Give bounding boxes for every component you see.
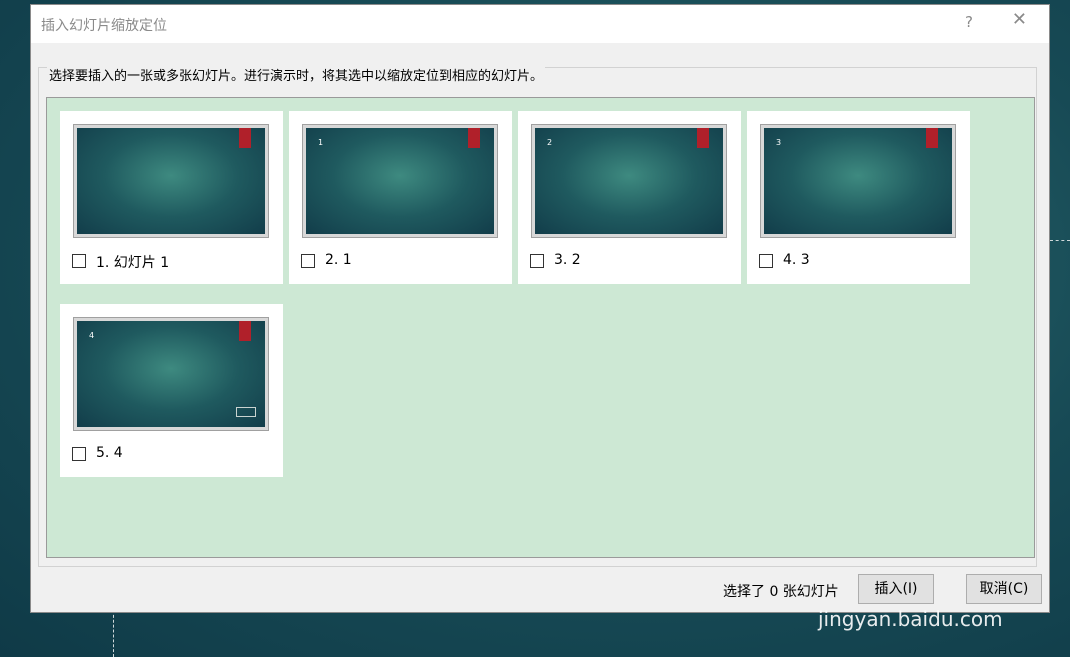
thumbnail-number: 1 xyxy=(318,138,324,147)
slide-guide-vertical xyxy=(113,610,114,657)
help-button[interactable]: ? xyxy=(965,13,973,31)
close-button[interactable]: ✕ xyxy=(1012,11,1027,29)
dialog-titlebar: 插入幻灯片缩放定位 ? ✕ xyxy=(31,5,1049,43)
slide-label: 2. 1 xyxy=(325,252,352,268)
slide-checkbox[interactable] xyxy=(530,254,544,268)
slide-checkbox[interactable] xyxy=(72,254,86,268)
cancel-button[interactable]: 取消(C) xyxy=(966,574,1042,604)
bookmark-icon xyxy=(239,128,251,148)
insert-button[interactable]: 插入(I) xyxy=(858,574,934,604)
slide-card-1[interactable]: 1. 幻灯片 1 xyxy=(60,111,283,284)
insert-slide-zoom-dialog: 插入幻灯片缩放定位 ? ✕ 选择要插入的一张或多张幻灯片。进行演示时，将其选中以… xyxy=(30,4,1050,613)
bookmark-icon xyxy=(468,128,480,148)
slide-thumbnail-frame xyxy=(73,124,269,238)
slide-thumbnail-frame: 1 xyxy=(302,124,498,238)
slide-label: 5. 4 xyxy=(96,445,123,461)
slide-card-3[interactable]: 2 3. 2 xyxy=(518,111,741,284)
slide-checkbox[interactable] xyxy=(72,447,86,461)
slide-checkbox[interactable] xyxy=(301,254,315,268)
slide-checkbox[interactable] xyxy=(759,254,773,268)
slide-thumbnail: 1 xyxy=(306,128,494,234)
bookmark-icon xyxy=(926,128,938,148)
selection-status: 选择了 0 张幻灯片 xyxy=(723,584,839,600)
slide-thumbnail: 2 xyxy=(535,128,723,234)
slide-list: 1. 幻灯片 1 1 2. 1 2 3. 2 3 4. 3 4 5. 4 xyxy=(46,97,1035,558)
slide-card-5[interactable]: 4 5. 4 xyxy=(60,304,283,477)
watermark-text: jingyan.baidu.com xyxy=(818,607,1003,631)
slide-label: 4. 3 xyxy=(783,252,810,268)
slide-card-4[interactable]: 3 4. 3 xyxy=(747,111,970,284)
slide-thumbnail-frame: 2 xyxy=(531,124,727,238)
navigation-box-icon xyxy=(236,407,256,417)
thumbnail-number: 2 xyxy=(547,138,553,147)
bookmark-icon xyxy=(239,321,251,341)
slide-label: 1. 幻灯片 1 xyxy=(96,255,170,271)
slide-card-2[interactable]: 1 2. 1 xyxy=(289,111,512,284)
instruction-text: 选择要插入的一张或多张幻灯片。进行演示时，将其选中以缩放定位到相应的幻灯片。 xyxy=(47,65,546,84)
slide-thumbnail: 3 xyxy=(764,128,952,234)
slide-thumbnail xyxy=(77,128,265,234)
thumbnail-number: 4 xyxy=(89,331,95,340)
slide-thumbnail-frame: 3 xyxy=(760,124,956,238)
slide-thumbnail: 4 xyxy=(77,321,265,427)
slide-thumbnail-frame: 4 xyxy=(73,317,269,431)
bookmark-icon xyxy=(697,128,709,148)
dialog-title: 插入幻灯片缩放定位 xyxy=(41,18,167,34)
slide-label: 3. 2 xyxy=(554,252,581,268)
slide-guide-horizontal xyxy=(1050,240,1070,241)
thumbnail-number: 3 xyxy=(776,138,782,147)
